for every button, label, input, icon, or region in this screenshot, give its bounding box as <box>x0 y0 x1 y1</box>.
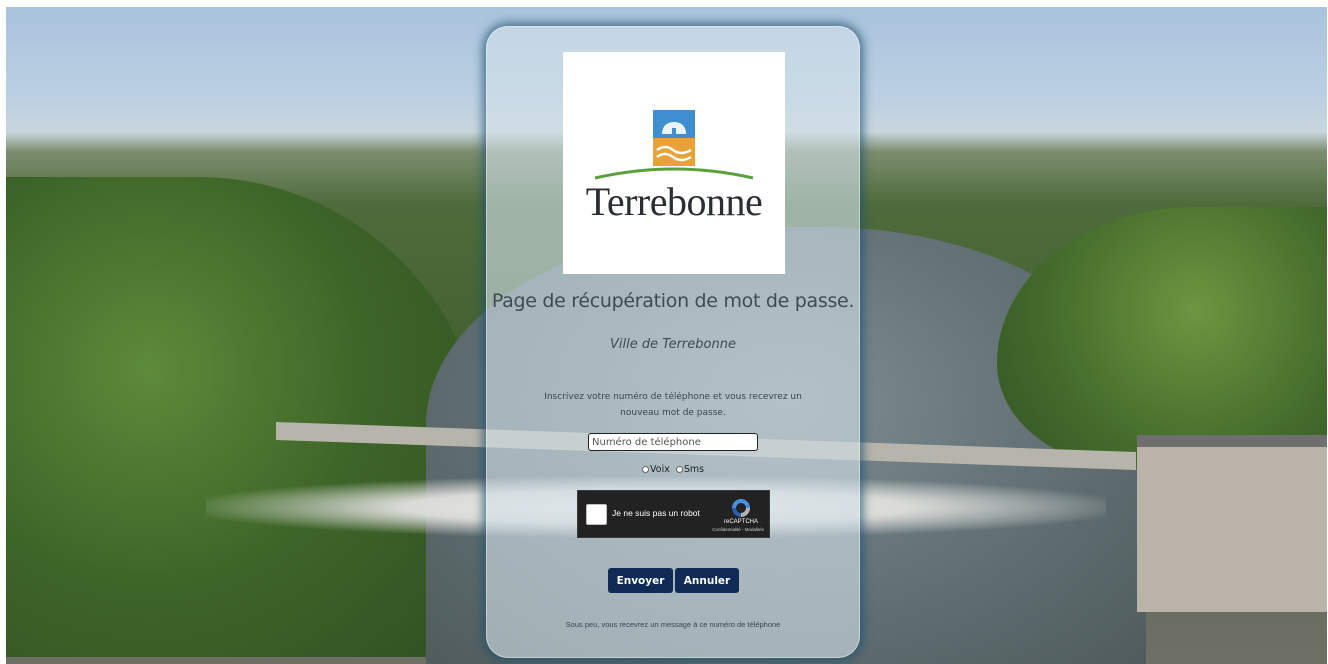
phone-number-input[interactable] <box>588 433 758 451</box>
password-recovery-card: Terrebonne Page de récupération de mot d… <box>486 26 860 658</box>
recaptcha-widget: Je ne suis pas un robot reCAPTCHA Confid… <box>577 490 770 538</box>
delivery-method-group: Voix Sms <box>642 462 710 476</box>
radio-voice[interactable]: Voix <box>642 464 670 475</box>
background-trees-left <box>6 177 486 657</box>
recaptcha-label: Je ne suis pas un robot <box>612 508 700 518</box>
recaptcha-checkbox[interactable] <box>586 504 607 525</box>
terrebonne-emblem-icon <box>653 110 695 166</box>
background-stone-mill <box>1137 435 1327 612</box>
radio-voice-button[interactable] <box>642 465 649 473</box>
radio-sms-button[interactable] <box>675 465 683 473</box>
recaptcha-links[interactable]: Confidentialité - Modalités <box>712 527 764 532</box>
instructions-text: Inscrivez votre numéro de téléphone et v… <box>544 392 802 418</box>
radio-voice-label: Voix <box>650 463 670 475</box>
page-title: Page de récupération de mot de passe. <box>491 290 855 312</box>
radio-sms-label: Sms <box>683 463 705 475</box>
footer-note: Sous peu, vous recevrez un message à ce … <box>565 620 781 629</box>
send-button[interactable]: Envoyer <box>608 568 673 593</box>
background-trees-right <box>997 207 1327 467</box>
logo-wordmark: Terrebonne <box>585 179 763 224</box>
cancel-button[interactable]: Annuler <box>675 568 739 593</box>
radio-sms[interactable]: Sms <box>675 463 705 475</box>
page-subtitle: Ville de Terrebonne <box>610 337 736 352</box>
terrebonne-logo: Terrebonne <box>563 52 785 274</box>
recaptcha-icon <box>732 499 750 517</box>
recaptcha-brand-name: reCAPTCHA <box>723 519 758 525</box>
